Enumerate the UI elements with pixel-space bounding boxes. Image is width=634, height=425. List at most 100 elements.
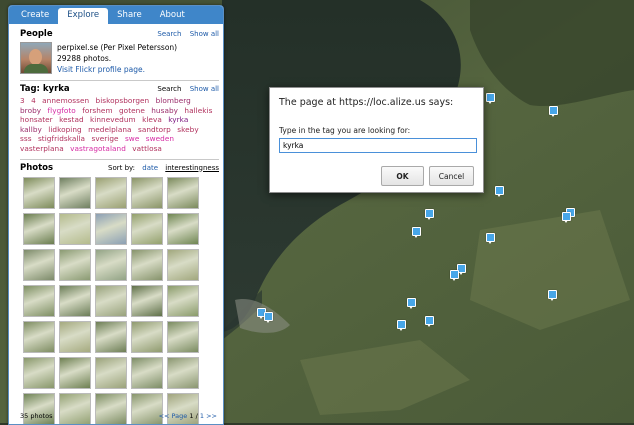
people-section: People Search Show all perpixel.se (Per …	[9, 29, 223, 75]
tag-cloud-item[interactable]: lidkoping	[48, 125, 81, 134]
people-show-all-link[interactable]: Show all	[190, 30, 219, 38]
tab-create[interactable]: Create	[12, 6, 58, 24]
map-marker[interactable]	[548, 290, 557, 301]
photo-thumbnail[interactable]	[167, 248, 199, 281]
map-marker[interactable]	[425, 316, 434, 327]
photos-footer: 35 photos << Page 1 / 1 >>	[20, 412, 217, 420]
photo-count: 35 photos	[20, 412, 53, 420]
tag-cloud-item[interactable]: swe	[125, 134, 139, 143]
page-separator: /	[195, 412, 198, 420]
tab-about[interactable]: About	[151, 6, 194, 24]
photo-thumbnail[interactable]	[131, 320, 163, 353]
map-marker[interactable]	[486, 233, 495, 244]
avatar[interactable]	[20, 42, 52, 74]
flickr-profile-link[interactable]: Visit Flickr profile page.	[57, 64, 177, 75]
pager: << Page 1 / 1 >>	[159, 412, 217, 420]
tag-cloud-item[interactable]: sss	[20, 134, 32, 143]
photo-thumbnail[interactable]	[23, 176, 55, 209]
sort-interestingness-link[interactable]: interestingness	[165, 164, 219, 172]
tag-cloud-item[interactable]: annemossen	[42, 96, 89, 105]
tag-cloud-item[interactable]: vasterplana	[20, 144, 64, 153]
photo-thumbnail[interactable]	[95, 320, 127, 353]
photo-thumbnail[interactable]	[131, 212, 163, 245]
photo-thumbnail[interactable]	[131, 176, 163, 209]
photo-thumbnail[interactable]	[23, 356, 55, 389]
photo-thumbnail[interactable]	[59, 320, 91, 353]
photo-thumbnail[interactable]	[167, 212, 199, 245]
tab-explore[interactable]: Explore	[58, 8, 109, 26]
photo-thumbnail[interactable]	[95, 212, 127, 245]
tag-cloud-item[interactable]: 4	[31, 96, 36, 105]
tag-cloud-item[interactable]: honsater	[20, 115, 53, 124]
map-marker[interactable]	[407, 298, 416, 309]
tag-cloud-item[interactable]: kestad	[59, 115, 84, 124]
tag-cloud-item[interactable]: kinnevedum	[90, 115, 136, 124]
person-name[interactable]: perpixel.se (Per Pixel Petersson)	[57, 42, 177, 53]
map-marker[interactable]	[397, 320, 406, 331]
tag-cloud-item[interactable]: vattlosa	[132, 144, 162, 153]
tag-cloud-item[interactable]: kallby	[20, 125, 42, 134]
total-pages: 1	[199, 412, 205, 420]
photo-thumbnail[interactable]	[167, 176, 199, 209]
map-marker[interactable]	[549, 106, 558, 117]
tag-cloud-item[interactable]: kyrka	[168, 115, 188, 124]
tag-cloud-item[interactable]: forshem	[82, 106, 112, 115]
sort-date-link[interactable]: date	[142, 164, 158, 172]
tag-cloud-item[interactable]: sandtorp	[138, 125, 171, 134]
tag-cloud-item[interactable]: sverige	[91, 134, 118, 143]
map-marker[interactable]	[495, 186, 504, 197]
photos-title: Photos	[20, 162, 54, 173]
photo-thumbnail[interactable]	[59, 212, 91, 245]
tag-cloud-item[interactable]: vastragotaland	[70, 144, 126, 153]
people-search-link[interactable]: Search	[157, 30, 181, 38]
photo-thumbnail[interactable]	[167, 284, 199, 317]
photo-thumbnail[interactable]	[95, 284, 127, 317]
tag-cloud-item[interactable]: gotene	[119, 106, 145, 115]
tag-cloud-item[interactable]: skeby	[177, 125, 198, 134]
tab-share[interactable]: Share	[108, 6, 151, 24]
photo-thumbnail[interactable]	[131, 284, 163, 317]
photo-thumbnail[interactable]	[131, 356, 163, 389]
tag-cloud-item[interactable]: medelplana	[88, 125, 131, 134]
next-page-link[interactable]: >>	[206, 412, 217, 420]
photo-thumbnail[interactable]	[167, 356, 199, 389]
photo-thumbnail[interactable]	[59, 356, 91, 389]
prev-page-link[interactable]: << Page	[159, 412, 188, 420]
tag-cloud-item[interactable]: sweden	[146, 134, 174, 143]
tag-cloud-item[interactable]: blomberg	[156, 96, 191, 105]
photo-thumbnail[interactable]	[59, 176, 91, 209]
tag-cloud-item[interactable]: stigfridskalla	[38, 134, 85, 143]
photo-thumbnail[interactable]	[95, 176, 127, 209]
photo-thumbnail[interactable]	[167, 320, 199, 353]
photo-thumbnail[interactable]	[95, 248, 127, 281]
tag-cloud-item[interactable]: flygfoto	[48, 106, 76, 115]
photo-grid	[23, 176, 223, 424]
photo-thumbnail[interactable]	[59, 248, 91, 281]
tag-input[interactable]	[279, 138, 477, 153]
tag-cloud-item[interactable]: husaby	[151, 106, 178, 115]
tag-cloud-item[interactable]: hallekis	[184, 106, 212, 115]
photo-thumbnail[interactable]	[23, 212, 55, 245]
divider	[20, 158, 219, 160]
tag-show-all-link[interactable]: Show all	[190, 85, 219, 93]
map-marker[interactable]	[562, 212, 571, 223]
map-marker[interactable]	[450, 270, 459, 281]
map-marker[interactable]	[425, 209, 434, 220]
photo-thumbnail[interactable]	[59, 284, 91, 317]
tag-cloud-item[interactable]: 3	[20, 96, 25, 105]
ok-button[interactable]: OK	[381, 166, 424, 186]
tag-cloud-item[interactable]: biskopsborgen	[96, 96, 150, 105]
tag-cloud-item[interactable]: broby	[20, 106, 41, 115]
photo-thumbnail[interactable]	[95, 356, 127, 389]
tab-bar: Create Explore Share About	[9, 6, 223, 26]
cancel-button[interactable]: Cancel	[429, 166, 474, 186]
tag-search-link[interactable]: Search	[157, 85, 181, 93]
map-marker[interactable]	[412, 227, 421, 238]
map-marker[interactable]	[486, 93, 495, 104]
photo-thumbnail[interactable]	[23, 284, 55, 317]
tag-cloud-item[interactable]: kleva	[142, 115, 162, 124]
photo-thumbnail[interactable]	[23, 248, 55, 281]
photo-thumbnail[interactable]	[131, 248, 163, 281]
map-marker[interactable]	[264, 312, 273, 323]
photo-thumbnail[interactable]	[23, 320, 55, 353]
